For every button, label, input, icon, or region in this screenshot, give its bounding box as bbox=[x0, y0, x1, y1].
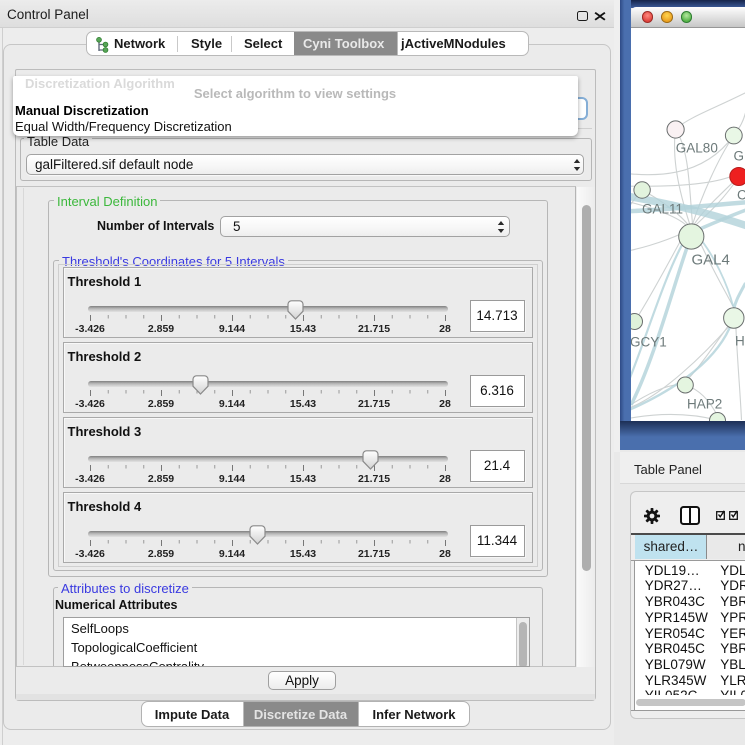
svg-text:GAL80: GAL80 bbox=[675, 140, 717, 155]
svg-text:G: G bbox=[733, 148, 744, 163]
svg-text:C: C bbox=[737, 187, 745, 202]
svg-text:GCY1: GCY1 bbox=[631, 334, 667, 349]
svg-text:GAL4: GAL4 bbox=[691, 251, 729, 268]
svg-text:H: H bbox=[735, 333, 745, 348]
svg-text:HAP2: HAP2 bbox=[687, 396, 722, 411]
svg-text:GAL11: GAL11 bbox=[642, 201, 683, 216]
